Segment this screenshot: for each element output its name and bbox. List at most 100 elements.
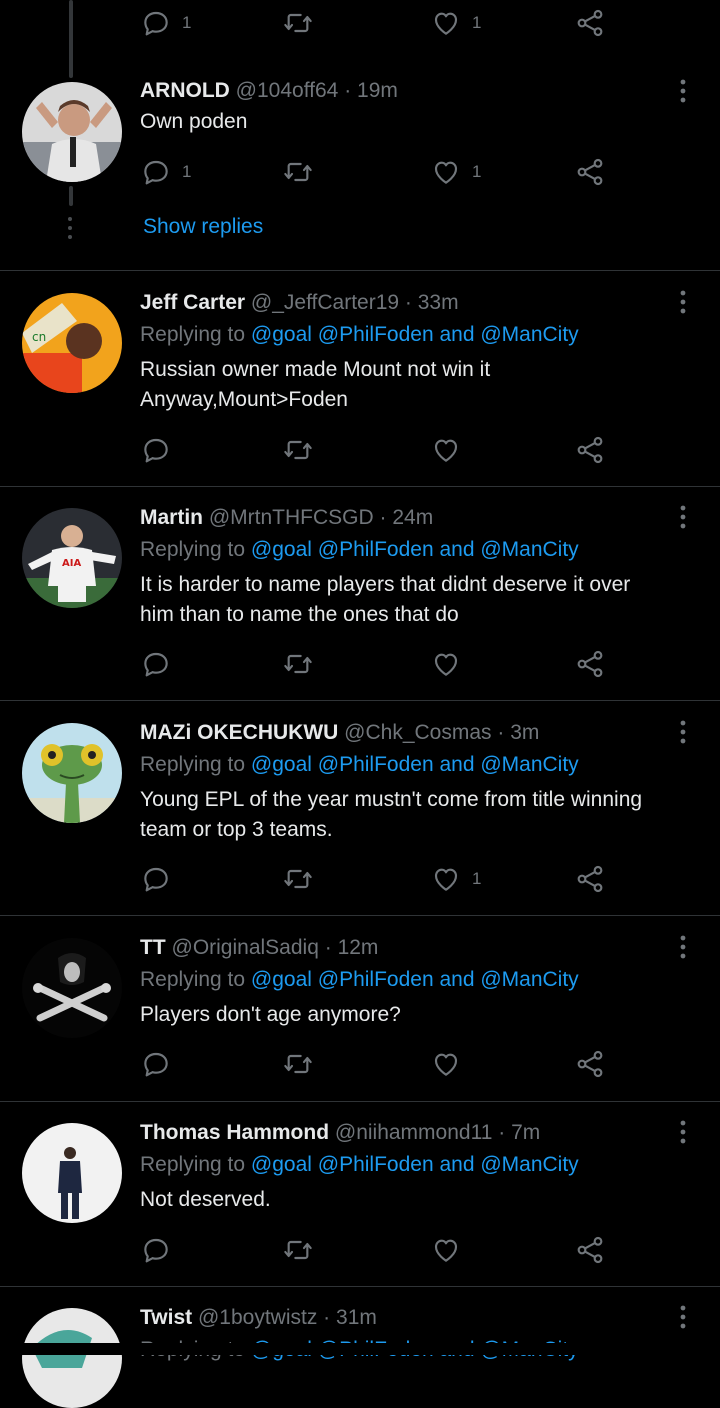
- display-name[interactable]: TT: [140, 936, 166, 959]
- avatar[interactable]: cn: [22, 293, 122, 393]
- user-handle[interactable]: @MrtnTHFCSGD: [209, 506, 374, 529]
- replying-links[interactable]: @goal @PhilFoden and @ManCity: [251, 753, 579, 776]
- reply-button[interactable]: 1: [140, 3, 191, 43]
- reply-icon: [140, 1048, 172, 1080]
- reply-icon: [140, 7, 172, 39]
- retweet-button[interactable]: [282, 152, 314, 192]
- timestamp[interactable]: 3m: [510, 721, 539, 744]
- share-icon: [574, 648, 606, 680]
- share-button[interactable]: [574, 430, 606, 470]
- tweet-header: Thomas Hammond @niihammond11 · 7m: [140, 1121, 541, 1144]
- action-bar: [140, 1044, 610, 1084]
- more-icon[interactable]: [672, 503, 694, 531]
- avatar[interactable]: AIA: [22, 508, 122, 608]
- like-button[interactable]: 1: [430, 859, 481, 899]
- more-icon[interactable]: [672, 718, 694, 746]
- like-button[interactable]: 1: [430, 3, 481, 43]
- avatar-image: [22, 82, 122, 182]
- tweet-line: It is harder to name players that didnt …: [140, 573, 631, 596]
- share-button[interactable]: [574, 3, 606, 43]
- timestamp[interactable]: 12m: [338, 936, 379, 959]
- like-count: 1: [472, 869, 482, 888]
- retweet-icon: [282, 156, 314, 188]
- more-icon[interactable]: [672, 933, 694, 961]
- tweet-header: ARNOLD @104off64 · 19m: [140, 79, 398, 102]
- timestamp[interactable]: 33m: [418, 291, 459, 314]
- replying-links[interactable]: @goal @PhilFoden and @ManCity: [251, 1153, 579, 1176]
- user-handle[interactable]: @OriginalSadiq: [172, 936, 319, 959]
- timestamp[interactable]: 19m: [357, 79, 398, 102]
- avatar[interactable]: [22, 938, 122, 1038]
- reply-button[interactable]: [140, 644, 172, 684]
- user-handle[interactable]: @1boytwistz: [198, 1306, 317, 1329]
- replying-links[interactable]: @goal @PhilFoden and @ManCity: [251, 968, 579, 991]
- divider: [0, 1101, 720, 1102]
- like-button[interactable]: [430, 644, 462, 684]
- more-icon[interactable]: [672, 77, 694, 105]
- replying-to: Replying to @goal @PhilFoden and @ManCit…: [140, 537, 579, 563]
- replying-prefix: Replying to: [140, 753, 246, 776]
- reply-icon: [140, 156, 172, 188]
- share-button[interactable]: [574, 644, 606, 684]
- more-icon[interactable]: [672, 1118, 694, 1146]
- avatar[interactable]: [22, 82, 122, 182]
- divider: [0, 486, 720, 487]
- display-name[interactable]: Martin: [140, 506, 203, 529]
- share-button[interactable]: [574, 859, 606, 899]
- thread-line: [69, 0, 73, 78]
- like-icon: [430, 863, 462, 895]
- timestamp[interactable]: 24m: [392, 506, 433, 529]
- user-handle[interactable]: @Chk_Cosmas: [344, 721, 491, 744]
- retweet-icon: [282, 1048, 314, 1080]
- retweet-icon: [282, 7, 314, 39]
- show-replies-link[interactable]: Show replies: [143, 215, 263, 239]
- share-button[interactable]: [574, 1230, 606, 1270]
- timestamp[interactable]: 31m: [336, 1306, 377, 1329]
- reply-button[interactable]: [140, 1230, 172, 1270]
- reply-button[interactable]: 1: [140, 152, 191, 192]
- divider: [0, 270, 720, 271]
- retweet-button[interactable]: [282, 430, 314, 470]
- reply-button[interactable]: [140, 1044, 172, 1084]
- share-icon: [574, 1234, 606, 1266]
- like-button[interactable]: 1: [430, 152, 481, 192]
- more-icon[interactable]: [672, 1303, 694, 1331]
- share-icon: [574, 156, 606, 188]
- display-name[interactable]: Thomas Hammond: [140, 1121, 329, 1144]
- reply-icon: [140, 1234, 172, 1266]
- like-button[interactable]: [430, 1230, 462, 1270]
- display-name[interactable]: Twist: [140, 1306, 192, 1329]
- retweet-icon: [282, 648, 314, 680]
- like-button[interactable]: [430, 430, 462, 470]
- retweet-button[interactable]: [282, 1044, 314, 1084]
- retweet-button[interactable]: [282, 3, 314, 43]
- user-handle[interactable]: @104off64: [236, 79, 339, 102]
- bottom-edge: [0, 1343, 720, 1355]
- like-icon: [430, 7, 462, 39]
- replying-to: Replying to @goal @PhilFoden and @ManCit…: [140, 752, 579, 778]
- retweet-button[interactable]: [282, 644, 314, 684]
- display-name[interactable]: MAZi OKECHUKWU: [140, 721, 338, 744]
- user-handle[interactable]: @niihammond11: [335, 1121, 493, 1144]
- tweet-text: It is harder to name players that didnt …: [140, 570, 700, 630]
- user-handle[interactable]: @_JeffCarter19: [251, 291, 399, 314]
- reply-button[interactable]: [140, 859, 172, 899]
- like-button[interactable]: [430, 1044, 462, 1084]
- avatar[interactable]: [22, 1123, 122, 1223]
- timestamp[interactable]: 7m: [511, 1121, 540, 1144]
- share-button[interactable]: [574, 1044, 606, 1084]
- share-button[interactable]: [574, 152, 606, 192]
- retweet-button[interactable]: [282, 1230, 314, 1270]
- like-count: 1: [472, 13, 482, 32]
- vertical-dots-icon: [68, 217, 72, 239]
- replying-links[interactable]: @goal @PhilFoden and @ManCity: [251, 323, 579, 346]
- reply-button[interactable]: [140, 430, 172, 470]
- retweet-button[interactable]: [282, 859, 314, 899]
- avatar[interactable]: [22, 1308, 122, 1408]
- display-name[interactable]: Jeff Carter: [140, 291, 245, 314]
- replying-links[interactable]: @goal @PhilFoden and @ManCity: [251, 538, 579, 561]
- tweet-line: Players don't age anymore?: [140, 1003, 401, 1026]
- avatar[interactable]: [22, 723, 122, 823]
- more-icon[interactable]: [672, 288, 694, 316]
- display-name[interactable]: ARNOLD: [140, 79, 230, 102]
